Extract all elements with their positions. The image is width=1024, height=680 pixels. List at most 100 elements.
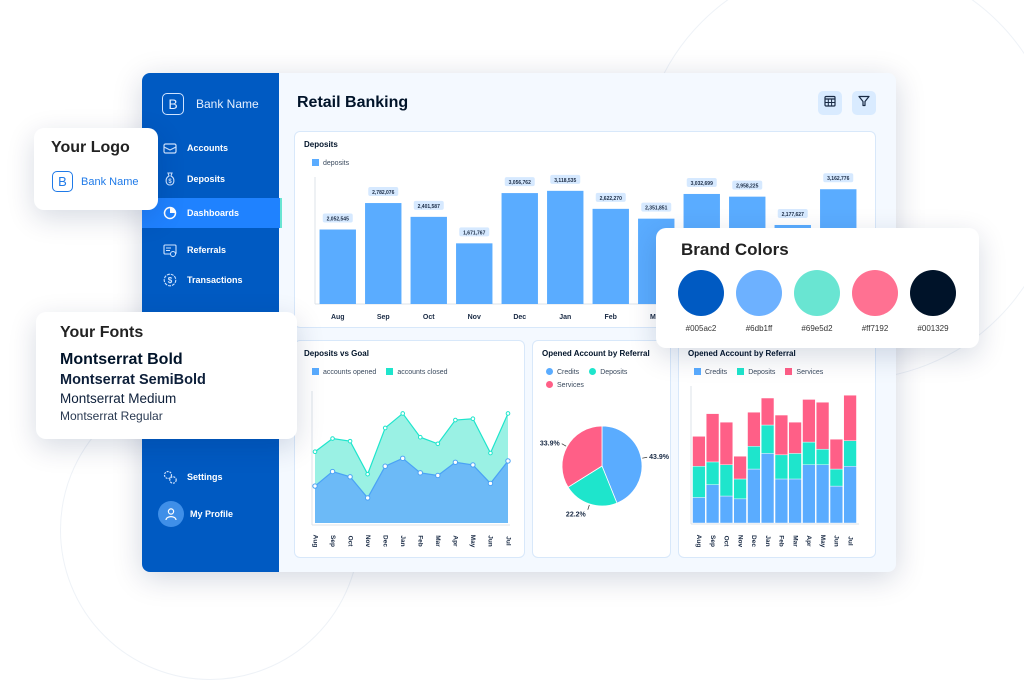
stacked-bar-segment [843, 440, 857, 467]
sidebar-item-label: Referrals [187, 245, 227, 255]
stacked-bar-segment [747, 468, 761, 524]
color-swatch[interactable]: #ff7192 [852, 270, 898, 333]
brand-name: Bank Name [81, 175, 139, 188]
brand[interactable]: B Bank Name [162, 93, 259, 115]
data-point [505, 458, 511, 464]
data-label: 3,118,535 [554, 178, 576, 184]
x-tick-label: Mar [791, 535, 798, 547]
sidebar-item-my-profile[interactable]: My Profile [142, 499, 279, 529]
x-tick-label: Oct [423, 314, 435, 321]
x-tick-label: Mar [434, 535, 441, 547]
money-bag-icon: $ [162, 171, 178, 187]
swatch-circle [736, 270, 782, 316]
stacked-bar-segment [829, 485, 843, 524]
sidebar-item-dashboards[interactable]: Dashboards [142, 198, 282, 228]
swatch-circle [852, 270, 898, 316]
color-swatches: #005ac2 #6db1ff #69e5d2 #ff7192 #001329 [678, 270, 956, 333]
stacked-bar-segment [692, 465, 706, 498]
svg-text:$: $ [168, 179, 172, 185]
x-tick-label: Sep [329, 535, 336, 547]
color-swatch[interactable]: #69e5d2 [794, 270, 840, 333]
color-swatch[interactable]: #001329 [910, 270, 956, 333]
sidebar-item-label: Accounts [187, 143, 229, 153]
filter-button[interactable] [852, 91, 876, 115]
bar [501, 193, 538, 304]
x-tick-label: Oct [723, 536, 730, 548]
x-tick-label: Jul [504, 536, 511, 546]
bank-logo-icon: B [162, 93, 184, 115]
data-point [417, 470, 423, 476]
sidebar-item-transactions[interactable]: $ Transactions [142, 265, 279, 295]
data-point [347, 438, 353, 444]
referral-card-icon [162, 242, 178, 258]
color-swatch[interactable]: #6db1ff [736, 270, 782, 333]
stacked-bar-segment [829, 439, 843, 470]
overlay-title: Your Fonts [60, 324, 144, 341]
x-tick-label: Feb [778, 535, 785, 547]
deposits-vs-goal-area-chart: Aug Sep Oct Nov Dec Jan Feb Mar Apr May Jun Jul [311, 391, 511, 548]
svg-text:$: $ [168, 276, 173, 285]
font-sample-semibold: Montserrat SemiBold [60, 372, 206, 388]
x-tick-label: Sep [709, 535, 716, 547]
data-point [435, 472, 441, 479]
data-point [312, 449, 318, 455]
data-label: 1,671,767 [463, 230, 485, 236]
color-swatch[interactable]: #005ac2 [678, 270, 724, 333]
sidebar-item-label: Deposits [187, 174, 226, 184]
sidebar-item-label: Dashboards [187, 208, 240, 218]
data-label: 3,162,776 [827, 176, 849, 182]
leader-line [642, 456, 648, 459]
data-label: 3,056,762 [509, 180, 531, 186]
x-tick-label: Apr [452, 535, 459, 547]
calendar-icon [824, 94, 836, 112]
user-avatar-icon [158, 501, 184, 527]
x-tick-label: May [819, 535, 826, 548]
x-tick-label: Jun [487, 535, 494, 547]
stacked-bar-segment [788, 453, 802, 480]
sidebar-item-accounts[interactable]: Accounts [142, 133, 279, 163]
font-sample-bold: Montserrat Bold [60, 351, 183, 368]
sidebar-item-deposits[interactable]: $ Deposits [142, 164, 279, 194]
stacked-bar-segment [719, 421, 733, 465]
swatch-hex-label: #69e5d2 [801, 324, 833, 333]
stacked-bar-segment [692, 436, 706, 467]
stacked-bar-segment [829, 468, 843, 487]
dollar-circle-icon: $ [162, 272, 178, 288]
stacked-bar-segment [802, 441, 816, 465]
brand-colors-overlay-card: Brand Colors #005ac2 #6db1ff #69e5d2 #ff719… [656, 228, 979, 348]
stacked-bar-segment [816, 448, 830, 465]
data-point [330, 436, 335, 441]
stacked-bar-segment [747, 446, 761, 470]
stacked-bar-segment [816, 402, 830, 450]
x-tick-label: Nov [364, 535, 371, 548]
data-point [488, 450, 493, 456]
data-point [382, 425, 388, 431]
swatch-circle [910, 270, 956, 316]
data-label: 22.2% [566, 512, 587, 519]
bar [456, 243, 493, 304]
sidebar-item-settings[interactable]: Settings [142, 462, 279, 492]
bank-logo-icon: B [52, 171, 73, 192]
data-point [417, 434, 423, 440]
calendar-button[interactable] [818, 91, 842, 115]
font-sample-regular: Montserrat Regular [60, 409, 163, 423]
x-tick-label: Aug [695, 535, 702, 548]
data-label: 2,401,587 [418, 204, 440, 210]
sidebar-item-label: Transactions [187, 275, 243, 285]
overlay-title: Brand Colors [681, 240, 789, 259]
x-tick-label: Dec [381, 535, 388, 547]
stacked-bar-segment [802, 399, 816, 443]
x-tick-label: Apr [805, 535, 812, 547]
stacked-bar-segment [816, 464, 830, 524]
x-tick-label: Feb [605, 314, 617, 321]
x-tick-label: Feb [417, 535, 424, 547]
data-point [470, 462, 476, 468]
stacked-bar-segment [788, 478, 802, 524]
data-label: 3,032,699 [691, 181, 713, 187]
stacked-bar-segment [761, 453, 775, 524]
x-tick-label: Sep [377, 314, 390, 321]
stacked-bar-segment [733, 478, 747, 500]
data-label: 2,351,851 [645, 206, 667, 212]
x-tick-label: Aug [331, 314, 345, 321]
sidebar-item-referrals[interactable]: Referrals [142, 235, 279, 265]
